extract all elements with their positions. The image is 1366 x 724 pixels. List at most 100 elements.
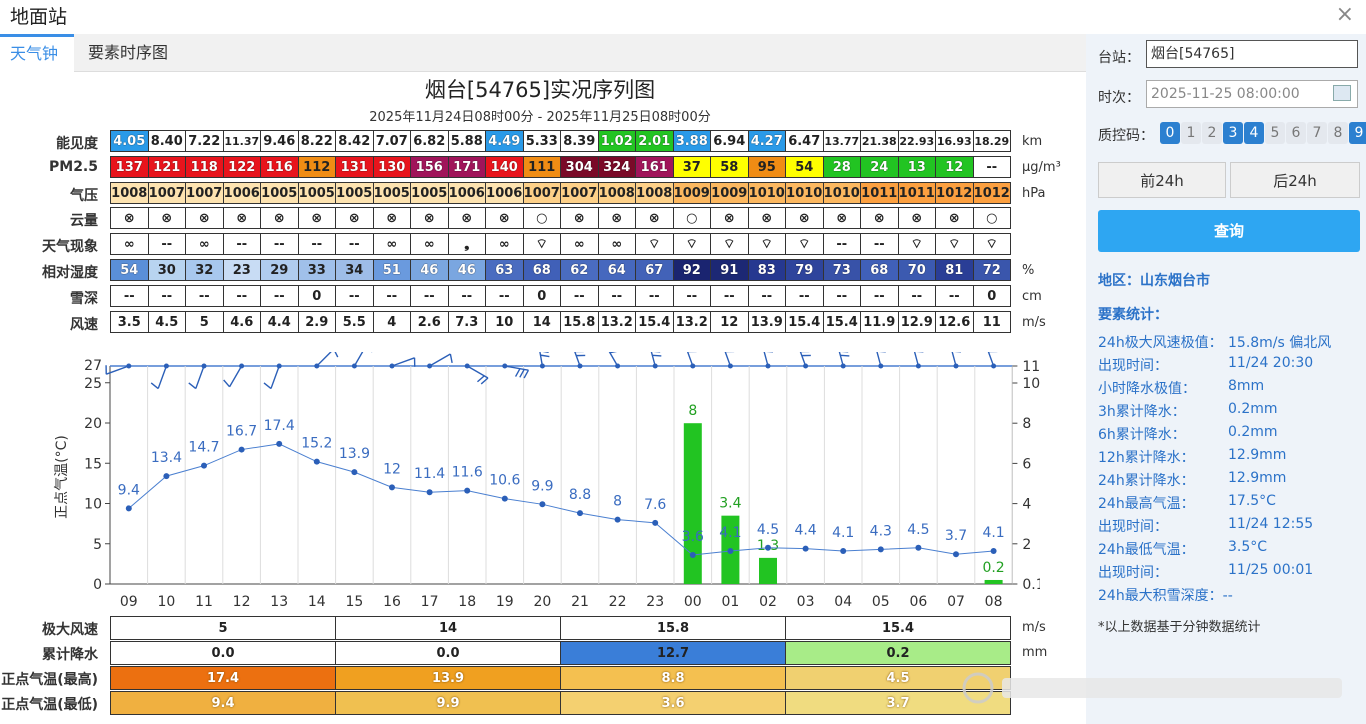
grid-cell: ⌔ [672, 233, 711, 256]
close-icon[interactable]: × [1336, 2, 1354, 27]
grid-cell: ⊗ [785, 207, 824, 230]
chart-title: 烟台[54765]实况序列图 [424, 78, 656, 102]
grid-cell: 130 [372, 155, 411, 178]
stat-key: 3h累计降水： [1098, 404, 1186, 420]
tab-element-timeseries[interactable]: 要素时序图 [78, 34, 178, 72]
y2-tick-label: 6 [1022, 456, 1031, 472]
qc-code-toggle[interactable]: 0 [1160, 122, 1180, 144]
temperature-point [313, 458, 320, 465]
grid-cell: -- [822, 233, 861, 256]
summary-row-label: 正点气温(最高) [1, 672, 98, 688]
stats-note: *以上数据基于分钟数据统计 [1098, 620, 1261, 635]
grid-cell: 12 [710, 310, 749, 333]
grid-cell: 23 [222, 259, 261, 281]
summary-row-label: 累计降水 [42, 647, 98, 663]
temperature-label: 16.7 [226, 424, 257, 440]
grid-cell: 64 [597, 259, 636, 281]
qc-code-toggle[interactable]: 4 [1244, 122, 1264, 144]
qc-code-toggle[interactable]: 3 [1223, 122, 1243, 144]
grid-cell: 11.37 [222, 130, 261, 152]
grid-cell: ⊗ [635, 207, 674, 230]
grid-cell: -- [147, 284, 186, 307]
qc-code-toggle[interactable]: 2 [1202, 122, 1222, 144]
y-tick-label: 27 [84, 358, 102, 374]
grid-cell: 28 [822, 155, 861, 178]
grid-cell: 131 [335, 155, 374, 178]
grid-cell: 12 [935, 155, 974, 178]
query-button[interactable]: 查询 [1098, 210, 1360, 252]
grid-cell: 4.27 [747, 130, 786, 152]
wind-barb-staff [195, 365, 205, 389]
stat-key: 24h累计降水： [1098, 473, 1195, 489]
stat-value: 11/25 00:01 [1228, 562, 1314, 578]
qc-code-toggle[interactable]: 8 [1328, 122, 1348, 144]
grid-cell: 9.46 [260, 130, 299, 152]
grid-cell: ⌔ [635, 233, 674, 256]
grid-cell: 1011 [860, 181, 899, 204]
temperature-label: 11.6 [452, 465, 483, 481]
rain-label: 3.4 [719, 496, 741, 512]
grid-cell: 13.77 [822, 130, 861, 152]
grid-cell: ○ [972, 207, 1011, 230]
qc-code-toggle[interactable]: 7 [1307, 122, 1327, 144]
next-24h-button[interactable]: 后24h [1230, 162, 1360, 198]
wind-station-dot [276, 363, 282, 369]
grid-cell: ∞ [410, 233, 449, 256]
qc-code-toggle[interactable]: 5 [1265, 122, 1285, 144]
grid-cell: 1007 [560, 181, 599, 204]
wind-barb-flag [188, 382, 197, 390]
summary-unit: mm [1022, 645, 1048, 660]
grid-cell: -- [560, 284, 599, 307]
row-label: 能见度 [56, 136, 98, 152]
grid-cell: 63 [485, 259, 524, 281]
temperature-label: 13.9 [339, 446, 370, 462]
tab-weather-clock[interactable]: 天气钟 [0, 34, 74, 72]
summary-cell: 14 [335, 616, 561, 640]
grid-cell: -- [485, 284, 524, 307]
grid-cell: 2.6 [410, 310, 449, 333]
prev-24h-button[interactable]: 前24h [1098, 162, 1226, 198]
summary-row-label: 极大风速 [42, 622, 98, 638]
qc-code-toggle[interactable]: 6 [1286, 122, 1306, 144]
qc-code-toggle[interactable]: 9 [1349, 122, 1366, 144]
grid-cell: 304 [560, 155, 599, 178]
qc-code-toggle[interactable]: 1 [1181, 122, 1201, 144]
grid-cell: 6.82 [410, 130, 449, 152]
grid-cell: -- [972, 155, 1011, 178]
time-input[interactable]: 2025-11-25 08:00:00 [1146, 80, 1358, 108]
grid-cell: -- [335, 284, 374, 307]
grid-cell: 79 [785, 259, 824, 281]
temperature-point [389, 484, 395, 491]
stat-key: 小时降水极值： [1098, 381, 1196, 397]
station-input[interactable]: 烟台[54765] [1146, 40, 1358, 68]
temperature-label: 17.4 [264, 418, 295, 434]
grid-cell: 4.49 [485, 130, 524, 152]
grid-cell: -- [860, 284, 899, 307]
grid-cell: 12.6 [935, 310, 974, 333]
grid-cell: 5 [185, 310, 224, 333]
y-tick-label: 10 [84, 497, 102, 513]
summary-cell: 8.8 [560, 666, 786, 690]
temperature-point [765, 544, 771, 551]
wind-station-dot [201, 363, 207, 369]
grid-cell: 1010 [785, 181, 824, 204]
grid-cell: ⊗ [560, 207, 599, 230]
summary-cell: 0.0 [110, 641, 336, 665]
grid-cell: ⊗ [447, 207, 486, 230]
wind-barb-flag [263, 382, 272, 390]
rain-label: 8 [688, 403, 697, 419]
wind-station-dot [351, 363, 357, 369]
grid-cell: -- [860, 233, 899, 256]
tab-bar: 天气钟 要素时序图 [0, 34, 1086, 72]
grid-cell: 8.42 [335, 130, 374, 152]
grid-cell: 6.47 [785, 130, 824, 152]
calendar-icon[interactable] [1333, 85, 1351, 101]
chart-subtitle: 2025年11月24日08时00分 - 2025年11月25日08时00分 [369, 110, 711, 125]
row-unit: μg/m³ [1022, 159, 1061, 175]
region-text: 地区：山东烟台市 [1098, 273, 1210, 289]
grid-cell: ⊗ [485, 207, 524, 230]
stat-key: 出现时间： [1098, 519, 1168, 535]
grid-cell: 140 [485, 155, 524, 178]
grid-cell: 1011 [897, 181, 936, 204]
grid-cell: 0 [297, 284, 336, 307]
